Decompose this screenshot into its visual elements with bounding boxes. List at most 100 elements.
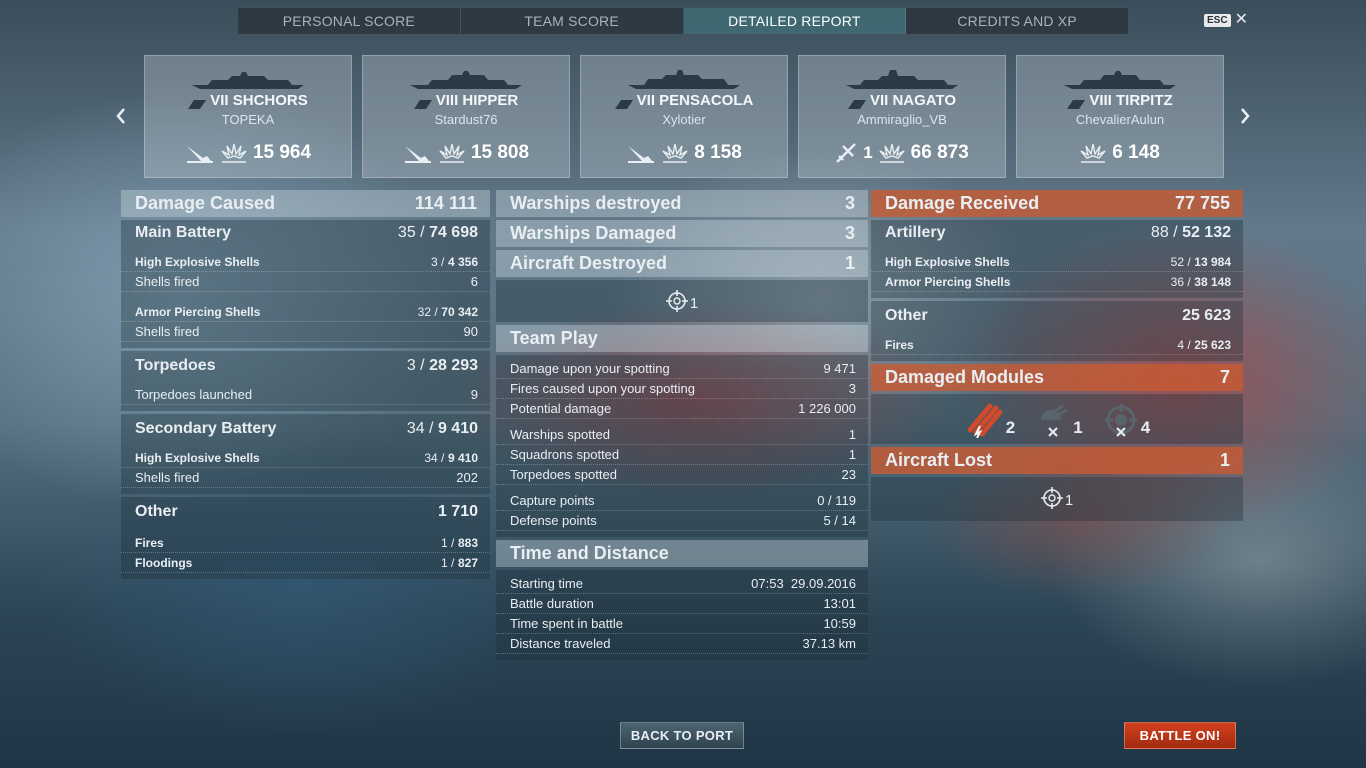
player-name: Ammiraglio_VB [857, 112, 947, 127]
received-fires-row: Fires 4 / 25 623 [871, 335, 1243, 355]
module-count: 2 [1005, 418, 1016, 437]
time-row: Distance traveled 37.13 km [496, 634, 868, 654]
team-play-row: Fires caused upon your spotting 3 [496, 379, 868, 399]
tab-personal-score[interactable]: PERSONAL SCORE [238, 8, 461, 34]
ship-silhouette-icon [410, 71, 522, 89]
ship-card[interactable]: VII NAGATO Ammiraglio_VB 1 66 873 [798, 55, 1006, 178]
damaged-modules-header: Damaged Modules 7 [871, 364, 1243, 391]
damage-value: 66 873 [910, 142, 969, 163]
ap-fired-row: Shells fired 90 [121, 322, 490, 342]
he-shells-row: High Explosive Shells 3 / 4 356 [121, 252, 490, 272]
esc-key: ESC [1204, 13, 1231, 27]
aircraft-lost-count: 1 [1064, 492, 1074, 509]
team-play-row: Warships spotted 1 [496, 425, 868, 445]
damage-value: 15 964 [252, 142, 312, 163]
team-play-header: Team Play [496, 325, 868, 352]
received-ap-row: Armor Piercing Shells 36 / 38 148 [871, 272, 1243, 292]
secondary-battery-row: Secondary Battery 34 / 9 410 [135, 420, 478, 437]
artillery-row: Artillery 88 / 52 132 [885, 224, 1231, 241]
aircraft-lost-header: Aircraft Lost 1 [871, 447, 1243, 474]
secondary-gun-destroyed-icon [1104, 404, 1137, 437]
ship-card[interactable]: VII PENSACOLA Xylotier 8 158 [580, 55, 788, 178]
ship-class-icon [614, 96, 633, 109]
damage-icon [662, 143, 688, 163]
crosshair-icon [1040, 487, 1063, 509]
module-count: 4 [1140, 418, 1151, 437]
ship-card[interactable]: VIII HIPPER Stardust76 15 808 [362, 55, 570, 178]
esc-close[interactable]: ESC ✕ [1204, 11, 1248, 28]
warships-destroyed-header: Warships destroyed 3 [496, 190, 868, 217]
secondary-fired-row: Shells fired 202 [121, 468, 490, 488]
secondary-he-row: High Explosive Shells 34 / 9 410 [121, 448, 490, 468]
arrow-left-icon[interactable] [114, 106, 128, 126]
ship-class-icon [188, 96, 207, 109]
tab-credits-and-xp[interactable]: CREDITS AND XP [906, 8, 1128, 34]
damage-received-panel: Damage Received 77 755 Artillery 88 / 52 1… [871, 190, 1243, 521]
team-play-row: Capture points 0 / 119 [496, 491, 868, 511]
other-damage-row: Other 1 710 [135, 503, 478, 520]
damage-icon [879, 143, 905, 163]
tab-team-score[interactable]: TEAM SCORE [461, 8, 684, 34]
damage-icon [1080, 143, 1106, 163]
back-to-port-button[interactable]: BACK TO PORT [620, 722, 744, 749]
ship-card[interactable]: VIII TIRPITZ ChevalierAulun 6 148 [1016, 55, 1224, 178]
arrow-right-icon[interactable] [1238, 106, 1252, 126]
battle-on-button[interactable]: BATTLE ON! [1124, 722, 1236, 749]
torpedoes-row: Torpedoes 3 / 28 293 [135, 357, 478, 374]
ship-class-icon [1067, 96, 1086, 109]
team-play-row: Squadrons spotted 1 [496, 445, 868, 465]
time-row: Battle duration 13:01 [496, 594, 868, 614]
close-icon: ✕ [1234, 11, 1248, 28]
time-distance-header: Time and Distance [496, 540, 868, 567]
ship-name: VII PENSACOLA [636, 92, 754, 109]
he-fired-row: Shells fired 6 [121, 272, 490, 292]
damage-value: 15 808 [470, 142, 530, 163]
fires-row: Fires 1 / 883 [121, 533, 490, 553]
damage-received-header: Damage Received 77 755 [871, 190, 1243, 217]
torpedo-tubes-damaged-icon [967, 403, 1003, 438]
damage-caused-header: Damage Caused 114 111 [121, 190, 490, 217]
ship-card[interactable]: VII SHCHORS TOPEKA 15 964 [144, 55, 352, 178]
team-play-row: Defense points 5 / 14 [496, 511, 868, 531]
time-row: Time spent in battle 10:59 [496, 614, 868, 634]
crosshair-icon [665, 290, 688, 312]
ship-class-icon [413, 96, 432, 109]
damage-icon [221, 143, 247, 163]
ship-silhouette-icon [192, 72, 304, 89]
ship-silhouette-icon [846, 70, 958, 89]
floodings-row: Floodings 1 / 827 [121, 553, 490, 573]
ship-name: VII NAGATO [869, 92, 957, 109]
time-row: Starting time 07:53 29.09.2016 [496, 574, 868, 594]
received-he-row: High Explosive Shells 52 / 13 984 [871, 252, 1243, 272]
tab-detailed-report[interactable]: DETAILED REPORT [683, 8, 907, 34]
damage-value: 6 148 [1112, 142, 1160, 163]
player-name: TOPEKA [221, 112, 275, 127]
planes-value: 1 [863, 143, 873, 162]
plane-shot-icon [836, 143, 857, 163]
damage-value: 8 158 [694, 142, 742, 163]
torpedoes-launched-row: Torpedoes launched 9 [121, 385, 490, 405]
player-name: Xylotier [662, 112, 706, 127]
received-other-row: Other 25 623 [885, 307, 1231, 324]
warships-damaged-header: Warships Damaged 3 [496, 220, 868, 247]
torpedo-hit-icon [186, 146, 213, 163]
main-battery-row: Main Battery 35 / 74 698 [135, 224, 478, 241]
team-play-row: Potential damage 1 226 000 [496, 399, 868, 419]
ship-name: VII SHCHORS [210, 92, 308, 109]
ap-shells-row: Armor Piercing Shells 32 / 70 342 [121, 302, 490, 322]
damage-caused-panel: Damage Caused 114 111 Main Battery 35 / 74… [121, 190, 490, 579]
report-tabs: PERSONAL SCORE TEAM SCORE DETAILED REPOR… [237, 7, 1129, 35]
player-name: Stardust76 [434, 112, 498, 127]
torpedo-hit-icon [404, 146, 431, 163]
player-name: ChevalierAulun [1075, 112, 1165, 127]
aa-gun-destroyed-icon [1041, 404, 1068, 437]
torpedo-hit-icon [628, 146, 655, 163]
team-play-row: Damage upon your spotting 9 471 [496, 359, 868, 379]
ship-silhouette-icon [628, 70, 740, 89]
aircraft-destroyed-header: Aircraft Destroyed 1 [496, 250, 868, 277]
ship-name: VIII HIPPER [435, 92, 519, 109]
ship-name: VIII TIRPITZ [1089, 92, 1173, 109]
ship-silhouette-icon [1064, 71, 1176, 89]
module-count: 1 [1073, 418, 1083, 437]
aircraft-destroyed-count: 1 [689, 295, 699, 312]
